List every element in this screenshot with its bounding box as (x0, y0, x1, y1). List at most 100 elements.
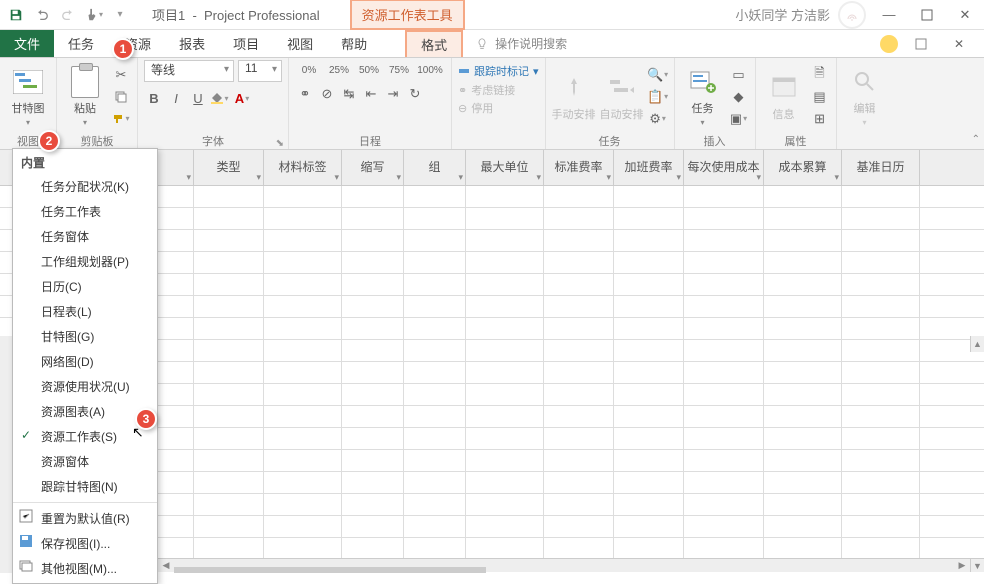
tab-help[interactable]: 帮助 (327, 30, 381, 57)
grid-cell[interactable] (404, 472, 466, 493)
tab-format[interactable]: 格式 (405, 30, 463, 57)
grid-cell[interactable] (264, 340, 342, 361)
grid-cell[interactable] (466, 186, 544, 207)
tell-me-search[interactable]: 操作说明搜索 (475, 30, 567, 57)
grid-cell[interactable] (342, 230, 404, 251)
grid-cell[interactable] (342, 450, 404, 471)
grid-cell[interactable] (264, 494, 342, 515)
grid-cell[interactable] (404, 362, 466, 383)
grid-cell[interactable] (842, 186, 920, 207)
grid-cell[interactable] (264, 428, 342, 449)
minimize-icon[interactable]: — (874, 3, 904, 27)
grid-cell[interactable] (194, 472, 264, 493)
grid-cell[interactable] (342, 296, 404, 317)
grid-cell[interactable] (194, 186, 264, 207)
grid-cell[interactable] (684, 318, 764, 339)
grid-cell[interactable] (764, 362, 842, 383)
grid-cell[interactable] (404, 252, 466, 273)
grid-cell[interactable] (684, 252, 764, 273)
grid-cell[interactable] (194, 516, 264, 537)
grid-cell[interactable] (194, 450, 264, 471)
grid-cell[interactable] (684, 208, 764, 229)
grid-cell[interactable] (342, 186, 404, 207)
grid-cell[interactable] (194, 340, 264, 361)
grid-cell[interactable] (614, 428, 684, 449)
grid-cell[interactable] (764, 252, 842, 273)
grid-cell[interactable] (614, 208, 684, 229)
menu-task-form[interactable]: 任务窗体 (13, 224, 157, 249)
grid-cell[interactable] (264, 230, 342, 251)
col-accrue[interactable]: 成本累算▾ (764, 150, 842, 185)
grid-cell[interactable] (404, 186, 466, 207)
grid-cell[interactable] (544, 450, 614, 471)
grid-cell[interactable] (614, 362, 684, 383)
ribbon-options-icon[interactable] (906, 32, 936, 56)
fingerprint-icon[interactable] (838, 1, 866, 29)
grid-cell[interactable] (764, 318, 842, 339)
grid-cell[interactable] (842, 472, 920, 493)
grid-cell[interactable] (404, 450, 466, 471)
grid-cell[interactable] (544, 296, 614, 317)
grid-cell[interactable] (544, 230, 614, 251)
grid-cell[interactable] (614, 318, 684, 339)
grid-cell[interactable] (684, 494, 764, 515)
menu-calendar[interactable]: 日历(C) (13, 274, 157, 299)
menu-network[interactable]: 网络图(D) (13, 349, 157, 374)
grid-cell[interactable] (764, 406, 842, 427)
qat-dropdown-icon[interactable]: ▾ (108, 3, 132, 27)
col-std-rate[interactable]: 标准费率▾ (544, 150, 614, 185)
col-initials[interactable]: 缩写▾ (342, 150, 404, 185)
grid-cell[interactable] (342, 516, 404, 537)
grid-cell[interactable] (404, 516, 466, 537)
grid-cell[interactable] (614, 516, 684, 537)
grid-cell[interactable] (466, 252, 544, 273)
grid-cell[interactable] (404, 208, 466, 229)
grid-cell[interactable] (194, 406, 264, 427)
grid-cell[interactable] (404, 340, 466, 361)
format-painter-icon[interactable] (111, 109, 131, 129)
track-button[interactable]: 跟踪时标记 ▾ (458, 62, 539, 80)
grid-cell[interactable] (614, 494, 684, 515)
grid-cell[interactable] (264, 208, 342, 229)
tab-file[interactable]: 文件 (0, 30, 54, 57)
grid-cell[interactable] (466, 208, 544, 229)
scroll-down-icon[interactable]: ▼ (970, 558, 984, 572)
grid-cell[interactable] (466, 428, 544, 449)
grid-cell[interactable] (466, 296, 544, 317)
grid-cell[interactable] (466, 538, 544, 559)
grid-cell[interactable] (466, 230, 544, 251)
grid-cell[interactable] (764, 208, 842, 229)
grid-cell[interactable] (684, 472, 764, 493)
grid-cell[interactable] (614, 538, 684, 559)
grid-cell[interactable] (342, 362, 404, 383)
menu-tracking-gantt[interactable]: 跟踪甘特图(N) (13, 474, 157, 499)
undo-icon[interactable] (30, 3, 54, 27)
grid-cell[interactable] (342, 406, 404, 427)
grid-cell[interactable] (264, 406, 342, 427)
grid-cell[interactable] (466, 494, 544, 515)
menu-timeline[interactable]: 日程表(L) (13, 299, 157, 324)
grid-cell[interactable] (684, 296, 764, 317)
grid-cell[interactable] (264, 384, 342, 405)
grid-cell[interactable] (466, 450, 544, 471)
menu-other-views[interactable]: 其他视图(M)... (13, 556, 157, 581)
scroll-thumb[interactable] (174, 567, 486, 574)
scroll-right-icon[interactable]: ▶ (954, 560, 970, 571)
grid-cell[interactable] (544, 318, 614, 339)
h-scrollbar[interactable]: ◀ ▶ (158, 558, 970, 572)
grid-cell[interactable] (764, 186, 842, 207)
touch-icon[interactable]: ▾ (82, 3, 106, 27)
grid-cell[interactable] (614, 384, 684, 405)
grid-cell[interactable] (684, 186, 764, 207)
grid-cell[interactable] (544, 208, 614, 229)
gantt-view-button[interactable]: 甘特图 ▾ (6, 61, 50, 133)
font-size-select[interactable]: 11 (238, 60, 282, 82)
grid-cell[interactable] (194, 296, 264, 317)
grid-cell[interactable] (764, 428, 842, 449)
grid-cell[interactable] (466, 318, 544, 339)
grid-cell[interactable] (342, 274, 404, 295)
italic-button[interactable]: I (166, 88, 186, 108)
grid-cell[interactable] (764, 538, 842, 559)
menu-task-usage[interactable]: 任务分配状况(K) (13, 174, 157, 199)
grid-cell[interactable] (264, 362, 342, 383)
